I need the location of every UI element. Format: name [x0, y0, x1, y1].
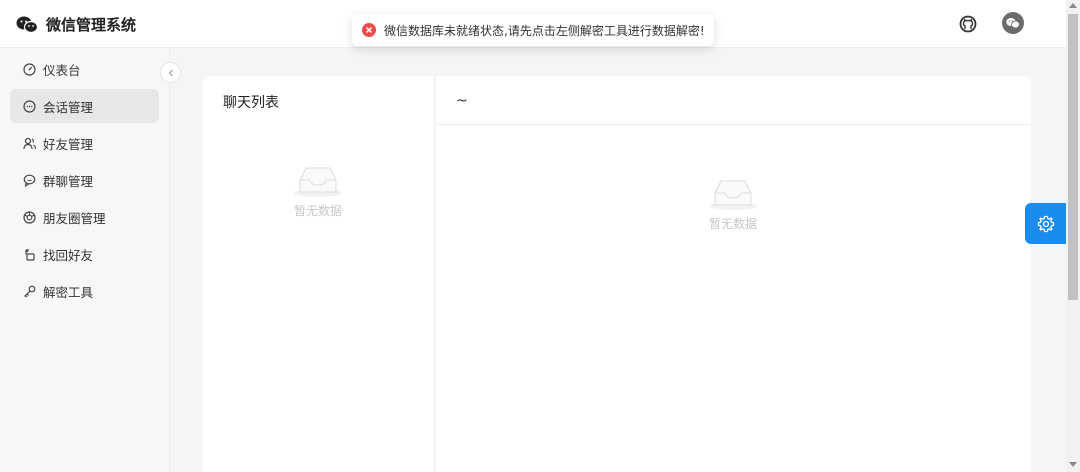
scroll-down-arrow[interactable] [1069, 462, 1077, 467]
github-icon[interactable] [958, 14, 978, 34]
empty-inbox-icon [709, 180, 757, 210]
chat-detail-title: ~ [456, 93, 468, 109]
sidebar-item-groups[interactable]: 群聊管理 [10, 163, 159, 197]
collapse-sidebar-button[interactable] [160, 62, 181, 83]
sidebar-item-decrypt[interactable]: 解密工具 [10, 274, 159, 308]
sidebar-item-label: 群聊管理 [43, 173, 94, 189]
scroll-up-arrow[interactable] [1069, 3, 1077, 8]
gear-icon [1037, 215, 1054, 232]
sidebar-item-label: 找回好友 [43, 247, 94, 263]
chevron-left-icon [168, 69, 173, 76]
sidebar-item-friends[interactable]: 好友管理 [10, 126, 159, 160]
error-toast: 微信数据库未就绪状态,请先点击左侧解密工具进行数据解密! [352, 14, 714, 46]
settings-button[interactable] [1025, 203, 1066, 244]
moments-icon [23, 210, 36, 224]
chat-bubble-icon [23, 99, 36, 113]
user-avatar[interactable] [1002, 12, 1024, 34]
chat-list-empty: 暂无数据 [292, 164, 344, 219]
recover-icon [25, 248, 35, 261]
toast-message: 微信数据库未就绪状态,请先点击左侧解密工具进行数据解密! [384, 23, 705, 38]
group-chat-icon [23, 174, 36, 187]
chat-detail-empty: 暂无数据 [707, 177, 759, 232]
wechat-logo-icon [16, 16, 38, 33]
empty-inbox-icon [294, 167, 342, 197]
sidebar-item-label: 仪表台 [43, 62, 81, 78]
sidebar-item-label: 好友管理 [43, 136, 94, 152]
scroll-thumb[interactable] [1068, 14, 1078, 300]
chat-detail-panel: ~ 暂无数据 [436, 76, 1031, 472]
sidebar-item-label: 会话管理 [43, 99, 94, 115]
empty-text: 暂无数据 [708, 217, 757, 231]
sidebar-item-dashboard[interactable]: 仪表台 [10, 52, 159, 86]
app-title: 微信管理系统 [46, 16, 137, 34]
sidebar-item-sessions[interactable]: 会话管理 [10, 89, 159, 123]
close-circle-icon [362, 23, 376, 37]
sidebar-item-label: 解密工具 [43, 284, 94, 300]
chat-list-panel: 聊天列表 暂无数据 [203, 76, 433, 472]
sidebar-item-moments[interactable]: 朋友圈管理 [10, 200, 159, 234]
sidebar-item-label: 朋友圈管理 [43, 210, 106, 226]
chat-list-title: 聊天列表 [223, 95, 279, 111]
page-scrollbar[interactable] [1066, 0, 1080, 472]
sidebar-item-recover[interactable]: 找回好友 [10, 237, 159, 271]
empty-text: 暂无数据 [293, 204, 342, 218]
users-icon [23, 137, 36, 149]
dashboard-icon [23, 62, 36, 76]
key-icon [24, 285, 36, 297]
chat-detail-header: ~ [436, 76, 1031, 125]
sidebar: 仪表台 会话管理 好友管理 群聊管理 朋友圈管理 找回好友 解密工具 [0, 48, 170, 472]
wechat-icon [1006, 18, 1020, 29]
app-logo[interactable]: 微信管理系统 [16, 14, 136, 35]
